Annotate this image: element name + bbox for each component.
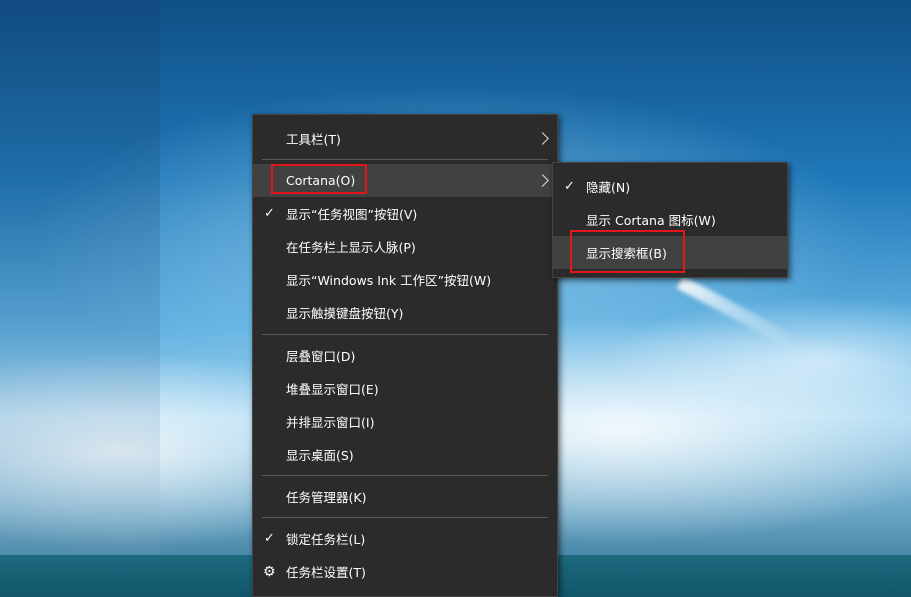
- submenu-item-label: 显示 Cortana 图标(W): [586, 213, 716, 228]
- menu-item-taskbar-settings[interactable]: ⚙ 任务栏设置(T): [253, 555, 557, 588]
- check-icon: ✓: [264, 206, 275, 221]
- menu-item-show-touch-keyboard-button[interactable]: 显示触摸键盘按钮(Y): [253, 296, 557, 329]
- menu-separator: [262, 334, 548, 335]
- menu-item-label: 并排显示窗口(I): [286, 415, 375, 430]
- menu-item-task-manager[interactable]: 任务管理器(K): [253, 480, 557, 513]
- menu-item-label: 锁定任务栏(L): [286, 532, 366, 547]
- menu-separator: [262, 517, 548, 518]
- submenu-item-label: 隐藏(N): [586, 180, 631, 195]
- gear-icon: ⚙: [263, 563, 276, 580]
- menu-item-label: 任务管理器(K): [286, 490, 367, 505]
- menu-item-show-desktop[interactable]: 显示桌面(S): [253, 438, 557, 471]
- check-icon: ✓: [264, 531, 275, 546]
- menu-item-lock-taskbar[interactable]: ✓ 锁定任务栏(L): [253, 522, 557, 555]
- check-icon: ✓: [564, 179, 575, 194]
- menu-item-label: 工具栏(T): [286, 132, 341, 147]
- annotation-box-cortana: [271, 164, 367, 194]
- chevron-right-icon: [536, 132, 549, 145]
- menu-item-label: 在任务栏上显示人脉(P): [286, 240, 416, 255]
- menu-item-stack-windows[interactable]: 堆叠显示窗口(E): [253, 372, 557, 405]
- menu-separator: [262, 475, 548, 476]
- wallpaper-panel: [0, 0, 160, 597]
- menu-item-toolbars[interactable]: 工具栏(T): [253, 122, 557, 155]
- menu-item-label: 显示“任务视图”按钮(V): [286, 207, 418, 222]
- submenu-item-hide[interactable]: ✓ 隐藏(N): [553, 170, 787, 203]
- menu-item-label: 显示桌面(S): [286, 448, 354, 463]
- chevron-right-icon: [536, 174, 549, 187]
- menu-item-cascade-windows[interactable]: 层叠窗口(D): [253, 339, 557, 372]
- menu-item-label: 堆叠显示窗口(E): [286, 382, 379, 397]
- wallpaper-contrail: [676, 275, 799, 350]
- menu-item-label: 显示“Windows Ink 工作区”按钮(W): [286, 273, 492, 288]
- menu-separator: [262, 159, 548, 160]
- annotation-box-search-box: [570, 230, 685, 273]
- menu-item-label: 显示触摸键盘按钮(Y): [286, 306, 404, 321]
- menu-item-label: 任务栏设置(T): [286, 565, 366, 580]
- menu-item-side-by-side-windows[interactable]: 并排显示窗口(I): [253, 405, 557, 438]
- menu-item-label: 层叠窗口(D): [286, 349, 356, 364]
- menu-item-show-task-view-button[interactable]: ✓ 显示“任务视图”按钮(V): [253, 197, 557, 230]
- menu-item-show-windows-ink-button[interactable]: 显示“Windows Ink 工作区”按钮(W): [253, 263, 557, 296]
- menu-item-show-people[interactable]: 在任务栏上显示人脉(P): [253, 230, 557, 263]
